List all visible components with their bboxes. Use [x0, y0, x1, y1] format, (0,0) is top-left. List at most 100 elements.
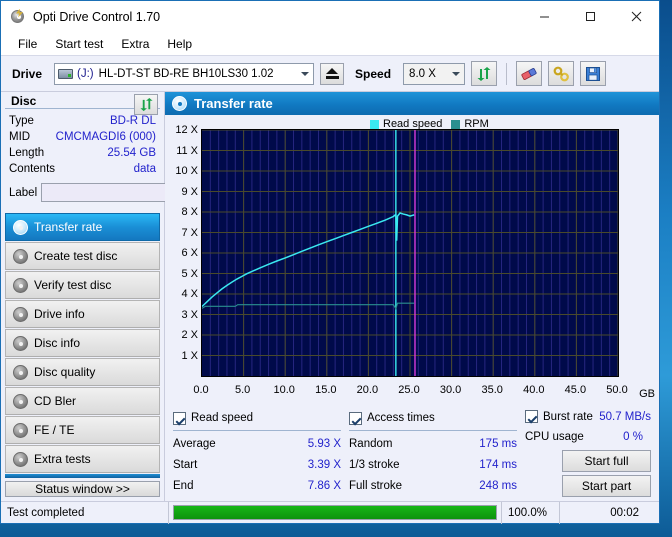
result-row-random: Random 175 ms	[349, 434, 525, 455]
disc-drive-icon	[13, 306, 28, 322]
chart-plot-area[interactable]	[201, 129, 619, 377]
chart-x-tick-label: 5.0	[234, 384, 251, 396]
disc-label-key: Label	[9, 186, 38, 199]
disc-write-icon	[13, 248, 28, 264]
disc-info-row: MID CMCMAGDI6 (000)	[9, 129, 156, 145]
menu-item-file[interactable]: File	[9, 35, 46, 53]
result-row-cpu-usage: CPU usage 0 %	[525, 428, 651, 447]
result-value: 5.93 X	[307, 438, 341, 450]
eject-button[interactable]	[320, 62, 345, 85]
disc-type-key: Type	[9, 115, 34, 127]
sidebar-item-label: Extra tests	[34, 452, 91, 466]
menu-item-start-test[interactable]: Start test	[46, 35, 112, 53]
sidebar-item-label: Drive info	[34, 307, 85, 321]
maximize-icon[interactable]	[567, 0, 613, 33]
chart-x-tick-label: 50.0	[606, 384, 628, 396]
sidebar-item-verify-test-disc[interactable]: Verify test disc	[5, 271, 160, 299]
sidebar-item-cd-bler[interactable]: CD Bler	[5, 387, 160, 415]
sidebar-accent-bar	[5, 474, 160, 478]
disc-panel-title: Disc	[11, 94, 37, 108]
result-row-start: Start 3.39 X	[173, 455, 349, 476]
sidebar-nav: Transfer rate Create test disc Verify te…	[5, 213, 160, 474]
access-times-checkbox[interactable]	[349, 411, 362, 425]
chart-y-tick-label: 8 X	[181, 206, 198, 218]
disc-type-value: BD-R DL	[109, 115, 156, 127]
resize-grip-icon[interactable]	[645, 502, 659, 524]
save-floppy-icon	[586, 66, 601, 81]
save-button[interactable]	[580, 61, 607, 86]
result-value: 3.39 X	[307, 459, 341, 471]
menu-item-help[interactable]: Help	[158, 35, 201, 53]
drive-model: HL-DT-ST BD-RE BH10LS30 1.02	[98, 67, 274, 80]
close-icon[interactable]	[613, 0, 659, 33]
drive-icon	[58, 67, 74, 81]
chart-y-tick-label: 11 X	[176, 144, 198, 157]
chart-x-unit: GB	[639, 388, 655, 400]
content-area: Transfer rate Read speed RPM 1 X 2 X 3 X 4 …	[165, 92, 659, 501]
sidebar-item-fe-te[interactable]: FE / TE	[5, 416, 160, 444]
content-title: Transfer rate	[194, 96, 273, 111]
burst-rate-label: Burst rate	[543, 410, 593, 423]
access-times-checkbox-row[interactable]: Access times	[349, 409, 525, 427]
speed-select[interactable]: 8.0 X	[403, 62, 466, 85]
disc-mid-key: MID	[9, 131, 31, 143]
result-key: Full stroke	[349, 480, 403, 492]
chart-x-tick-label: 0.0	[193, 384, 209, 396]
status-window-button[interactable]: Status window >>	[5, 481, 160, 497]
start-part-button[interactable]: Start part	[562, 475, 651, 497]
read-speed-checkbox-row[interactable]: Read speed	[173, 409, 349, 427]
tools-button[interactable]	[548, 61, 575, 86]
result-value: 174 ms	[479, 459, 517, 471]
sidebar-item-label: Transfer rate	[34, 220, 103, 234]
chart-x-tick-label: 15.0	[315, 384, 337, 396]
eraser-icon	[521, 67, 537, 80]
refresh-button[interactable]	[471, 61, 498, 86]
chevron-down-icon	[301, 71, 310, 76]
speed-label: Speed	[355, 66, 392, 81]
sidebar: Disc Type BD-R DL MID CMCMAGDI6 (000) Le…	[1, 92, 212, 501]
sidebar-item-drive-info[interactable]: Drive info	[5, 300, 160, 328]
burst-rate-checkbox-row[interactable]: Burst rate 50.7 MB/s	[525, 409, 651, 424]
menu-item-extra[interactable]: Extra	[112, 35, 158, 53]
sidebar-item-extra-tests[interactable]: Extra tests	[5, 445, 160, 473]
result-value: 7.86 X	[307, 480, 341, 492]
progress-bar	[169, 502, 501, 524]
disc-info-row: Length 25.54 GB	[9, 145, 156, 161]
start-full-button[interactable]: Start full	[562, 450, 651, 472]
chart-y-tick-label: 10 X	[175, 165, 198, 177]
chart-y-tick-label: 6 X	[181, 247, 198, 259]
sidebar-item-disc-info[interactable]: Disc info	[5, 329, 160, 357]
erase-button[interactable]	[516, 61, 543, 86]
chart-y-tick-label: 3 X	[181, 308, 198, 321]
sidebar-item-create-test-disc[interactable]: Create test disc	[5, 242, 160, 270]
chart-x-tick-label: 45.0	[564, 384, 587, 396]
main-toolbar: Drive (J:) HL-DT-ST BD-RE BH10LS30 1.02 …	[1, 55, 659, 92]
read-speed-group: Read speed Average 5.93 X Start 3.39 X E…	[173, 409, 349, 497]
burst-rate-checkbox[interactable]	[525, 410, 538, 423]
sidebar-item-disc-quality[interactable]: Disc quality	[5, 358, 160, 386]
divider	[173, 430, 341, 431]
result-value: 0 %	[623, 431, 643, 443]
legend-swatch	[451, 119, 461, 129]
legend-label: RPM	[464, 118, 489, 130]
disc-contents-key: Contents	[9, 163, 56, 175]
results-panel: Read speed Average 5.93 X Start 3.39 X E…	[165, 404, 659, 501]
disc-quality-icon	[13, 364, 28, 380]
legend-item-read-speed: Read speed	[370, 118, 442, 130]
result-row-end: End 7.86 X	[173, 476, 349, 497]
disc-refresh-button[interactable]	[134, 94, 158, 115]
disc-verify-icon	[13, 277, 28, 293]
minimize-icon[interactable]	[521, 0, 567, 33]
read-speed-checkbox[interactable]	[173, 411, 186, 425]
chevron-down-icon	[452, 71, 461, 76]
burst-rate-group: Burst rate 50.7 MB/s CPU usage 0 % Start…	[525, 409, 651, 497]
chart-x-axis: 0.0 5.0 10.0 15.0 20.0 25.0 30.0 35.0 40.0 45.0 50…	[165, 384, 659, 400]
disc-mid-value: CMCMAGDI6 (000)	[55, 131, 156, 143]
chart-x-tick-label: 35.0	[481, 384, 503, 396]
body-area: Disc Type BD-R DL MID CMCMAGDI6 (000) Le…	[1, 92, 659, 501]
refresh-arrows-icon	[139, 97, 153, 112]
sidebar-item-transfer-rate[interactable]: Transfer rate	[5, 213, 160, 241]
eject-icon	[326, 68, 339, 75]
drive-select[interactable]: (J:) HL-DT-ST BD-RE BH10LS30 1.02	[54, 62, 315, 85]
disc-info-icon	[13, 335, 28, 351]
